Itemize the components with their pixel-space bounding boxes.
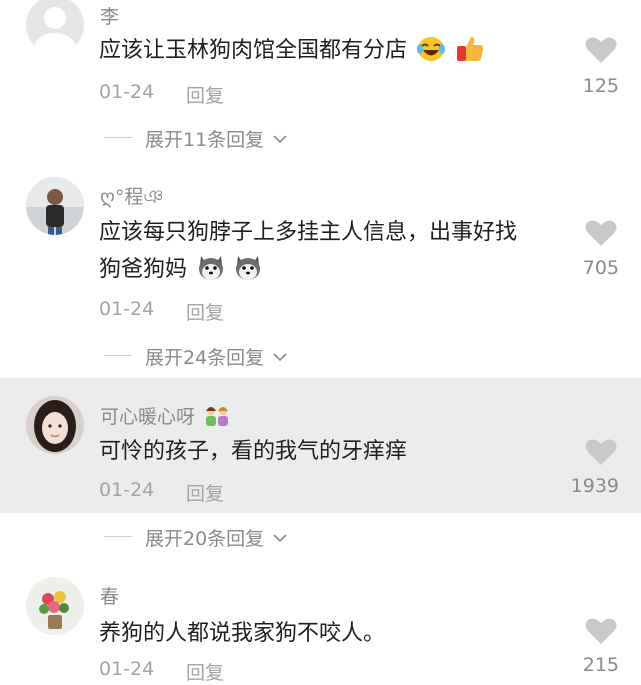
comment-username[interactable]: 春	[100, 582, 119, 609]
avatar[interactable]	[26, 0, 84, 54]
chevron-down-icon	[273, 135, 287, 144]
comment-text: 应该让玉林狗肉馆全国都有分店	[99, 32, 569, 75]
chevron-down-icon	[273, 353, 287, 362]
comment-text-line: 应该每只狗脖子上多挂主人信息，出事好找	[99, 220, 518, 245]
husky-emoji	[233, 252, 263, 294]
comment-item: ღ°程ঞ 应该每只狗脖子上多挂主人信息，出事好找 狗爸狗妈 01-24 回复 7…	[0, 172, 641, 332]
like-heart-icon[interactable]	[585, 36, 617, 64]
avatar[interactable]	[26, 577, 84, 635]
default-avatar-icon	[26, 0, 84, 54]
thumbs-up-emoji	[455, 33, 485, 75]
expand-replies[interactable]: 展开11条回复	[0, 117, 641, 157]
divider-line	[104, 355, 132, 356]
comment-text: 可怜的孩子，看的我气的牙痒痒	[99, 433, 569, 470]
comment-date: 01-24	[99, 298, 155, 320]
reply-button[interactable]: 回复	[186, 298, 224, 325]
avatar[interactable]	[26, 177, 84, 235]
expand-replies-label: 展开11条回复	[145, 129, 265, 151]
expand-replies[interactable]: 展开24条回复	[0, 335, 641, 375]
laughing-crying-emoji	[416, 35, 446, 75]
flower-photo-icon	[26, 577, 84, 635]
divider-line	[104, 536, 132, 537]
divider-line	[104, 137, 132, 138]
chevron-down-icon	[273, 534, 287, 543]
user-photo-icon	[26, 177, 84, 235]
two-people-emoji	[203, 405, 231, 432]
husky-emoji	[196, 252, 226, 294]
comment-item: 春 养狗的人都说我家狗不咬人。 01-24 回复 215	[0, 572, 641, 684]
like-count: 705	[582, 257, 619, 279]
comment-date: 01-24	[99, 658, 155, 680]
reply-button[interactable]: 回复	[186, 479, 224, 506]
comment-text-content: 应该让玉林狗肉馆全国都有分店	[99, 38, 408, 63]
comment-text: 养狗的人都说我家狗不咬人。	[99, 615, 569, 652]
like-heart-icon[interactable]	[585, 219, 617, 247]
avatar[interactable]	[26, 396, 84, 454]
like-count: 1939	[570, 475, 619, 497]
reply-button[interactable]: 回复	[186, 81, 224, 108]
comment-text: 应该每只狗脖子上多挂主人信息，出事好找 狗爸狗妈	[99, 214, 569, 294]
expand-replies[interactable]: 展开20条回复	[0, 516, 641, 556]
like-heart-icon[interactable]	[585, 617, 617, 645]
comment-item: 李 应该让玉林狗肉馆全国都有分店 01-24 回复 125	[0, 0, 641, 120]
comment-date: 01-24	[99, 479, 155, 501]
like-count: 215	[582, 654, 619, 676]
user-photo-icon	[26, 396, 84, 454]
expand-replies-label: 展开20条回复	[145, 528, 265, 550]
comment-text-line: 狗爸狗妈	[99, 257, 188, 282]
comment-text-content: 养狗的人都说我家狗不咬人。	[99, 621, 386, 646]
comment-text-content: 可怜的孩子，看的我气的牙痒痒	[99, 439, 408, 464]
like-count: 125	[582, 75, 619, 97]
like-heart-icon[interactable]	[585, 438, 617, 466]
comment-username[interactable]: 可心暖心呀	[100, 406, 195, 428]
comment-username[interactable]: ღ°程ঞ	[100, 182, 164, 215]
comment-date: 01-24	[99, 81, 155, 103]
comment-item-highlighted: 可心暖心呀 可怜的孩子，看的我气的牙痒痒 01-24 回复 1939	[0, 378, 641, 513]
expand-replies-label: 展开24条回复	[145, 347, 265, 369]
comment-username[interactable]: 李	[100, 2, 119, 29]
